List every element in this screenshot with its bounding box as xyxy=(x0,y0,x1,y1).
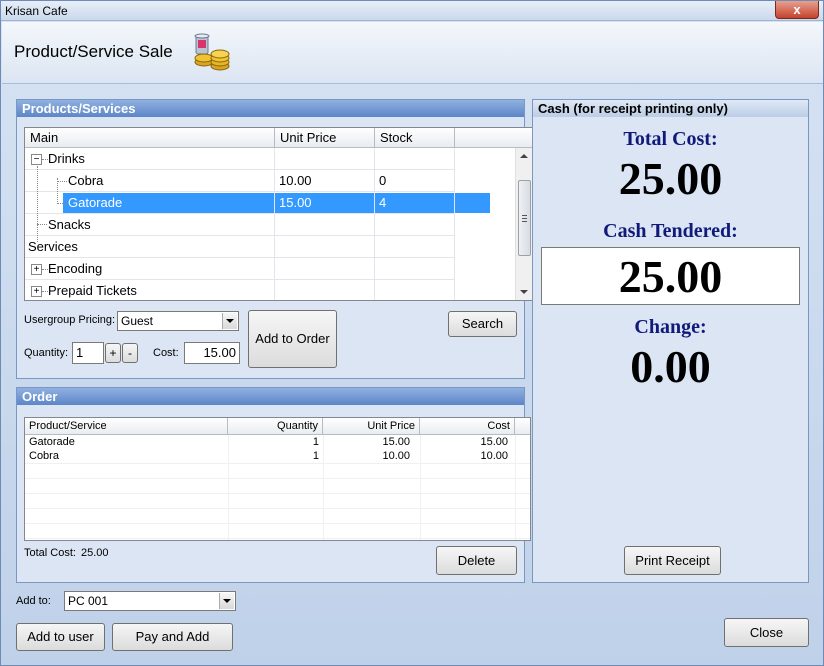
order-unit-price: 10.00 xyxy=(382,450,410,462)
order-cost: 10.00 xyxy=(480,450,508,462)
chevron-down-icon[interactable] xyxy=(219,593,234,609)
header-banner: Product/Service Sale xyxy=(2,22,823,84)
column-quantity[interactable]: Quantity xyxy=(228,418,323,435)
tree-row-services[interactable]: Services xyxy=(25,236,516,258)
pay-and-add-button[interactable]: Pay and Add xyxy=(112,623,233,651)
cash-tendered-input[interactable]: 25.00 xyxy=(541,247,800,305)
quantity-value: 1 xyxy=(76,345,84,360)
order-cost: 15.00 xyxy=(480,436,508,448)
change-value: 0.00 xyxy=(630,341,711,392)
add-to-value: PC 001 xyxy=(68,594,109,608)
tree-label: Prepaid Tickets xyxy=(48,283,137,298)
cash-group-title: Cash (for receipt printing only) xyxy=(533,100,808,117)
tree-row-cobra[interactable]: Cobra 10.00 0 xyxy=(25,170,516,192)
order-product: Cobra xyxy=(29,450,59,462)
add-to-select[interactable]: PC 001 xyxy=(64,591,236,611)
tree-label: Services xyxy=(28,239,78,254)
tree-label: Drinks xyxy=(48,151,85,166)
tree-label: Cobra xyxy=(68,173,104,188)
order-unit-price: 15.00 xyxy=(382,436,410,448)
search-button[interactable]: Search xyxy=(448,311,517,337)
tree-row-gatorade[interactable]: Gatorade 15.00 4 xyxy=(25,192,516,214)
order-total-value: 25.00 xyxy=(81,547,109,559)
order-group-title: Order xyxy=(17,388,524,405)
tree-price: 10.00 xyxy=(279,173,312,188)
window-close-button[interactable]: x xyxy=(775,1,819,19)
scroll-up-icon[interactable] xyxy=(520,154,528,158)
tree-row-snacks[interactable]: Snacks xyxy=(25,214,516,236)
cost-input[interactable]: 15.00 xyxy=(184,342,240,364)
order-grid-header: Product/Service Quantity Unit Price Cost xyxy=(25,418,530,435)
cost-value: 15.00 xyxy=(203,345,236,360)
total-cost-value: 25.00 xyxy=(618,153,723,204)
tree-row-encoding[interactable]: + Encoding xyxy=(25,258,516,280)
order-grid[interactable]: Product/Service Quantity Unit Price Cost… xyxy=(24,417,531,541)
products-tree[interactable]: Main Unit Price Stock − Drinks Cobra 10.… xyxy=(24,127,533,301)
change-label: Change: xyxy=(634,316,707,338)
order-quantity: 1 xyxy=(312,436,319,448)
cost-label: Cost: xyxy=(153,347,179,359)
products-tree-header: Main Unit Price Stock xyxy=(25,128,532,148)
add-to-order-button[interactable]: Add to Order xyxy=(248,310,337,368)
quantity-input[interactable]: 1 xyxy=(72,342,104,364)
order-quantity: 1 xyxy=(312,450,319,462)
products-group-title: Products/Services xyxy=(17,100,524,117)
tree-row-prepaid-tickets[interactable]: + Prepaid Tickets xyxy=(25,280,516,300)
close-button[interactable]: Close xyxy=(724,618,809,647)
tree-row-drinks[interactable]: − Drinks xyxy=(25,148,516,170)
column-stock[interactable]: Stock xyxy=(375,128,455,148)
tree-stock: 0 xyxy=(379,173,387,188)
usergroup-pricing-select[interactable]: Guest xyxy=(117,311,239,331)
tree-label: Encoding xyxy=(48,261,103,276)
order-total-label: Total Cost: xyxy=(24,547,76,559)
usergroup-pricing-value: Guest xyxy=(121,314,154,328)
quantity-decrement-button[interactable]: - xyxy=(122,343,138,363)
cash-tendered-label: Cash Tendered: xyxy=(603,220,738,242)
column-unit-price[interactable]: Unit Price xyxy=(275,128,375,148)
scroll-thumb[interactable] xyxy=(518,180,531,256)
chevron-down-icon[interactable] xyxy=(222,313,237,329)
scroll-down-icon[interactable] xyxy=(520,290,528,294)
usergroup-pricing-label: Usergroup Pricing: xyxy=(24,314,116,326)
print-receipt-button[interactable]: Print Receipt xyxy=(624,546,721,575)
window: Krisan Cafe x Product/Service Sale Produ… xyxy=(0,0,824,666)
column-unit-price[interactable]: Unit Price xyxy=(323,418,420,435)
window-title: Krisan Cafe xyxy=(5,4,68,18)
cafe-cup-coins-icon xyxy=(194,33,230,71)
order-product: Gatorade xyxy=(29,436,75,448)
products-tree-scrollbar[interactable] xyxy=(515,148,532,300)
tree-stock: 4 xyxy=(379,195,387,210)
total-cost-label: Total Cost: xyxy=(623,128,718,150)
tree-label: Gatorade xyxy=(68,195,123,210)
table-row[interactable]: Gatorade 1 15.00 15.00 xyxy=(25,435,530,449)
table-row[interactable]: Cobra 1 10.00 10.00 xyxy=(25,449,530,463)
quantity-increment-button[interactable]: + xyxy=(105,343,121,363)
cash-tendered-value: 25.00 xyxy=(618,251,723,302)
column-cost[interactable]: Cost xyxy=(420,418,515,435)
tree-label: Snacks xyxy=(48,217,91,232)
delete-button[interactable]: Delete xyxy=(436,546,517,575)
cash-group: Cash (for receipt printing only) Total C… xyxy=(532,99,809,583)
title-bar[interactable]: Krisan Cafe x xyxy=(1,1,823,21)
add-to-user-button[interactable]: Add to user xyxy=(16,623,105,651)
column-main[interactable]: Main xyxy=(25,128,275,148)
tree-price: 15.00 xyxy=(279,195,312,210)
quantity-label: Quantity: xyxy=(24,347,69,359)
page-title: Product/Service Sale xyxy=(14,42,173,61)
add-to-label: Add to: xyxy=(16,595,51,607)
column-product-service[interactable]: Product/Service xyxy=(25,418,228,435)
